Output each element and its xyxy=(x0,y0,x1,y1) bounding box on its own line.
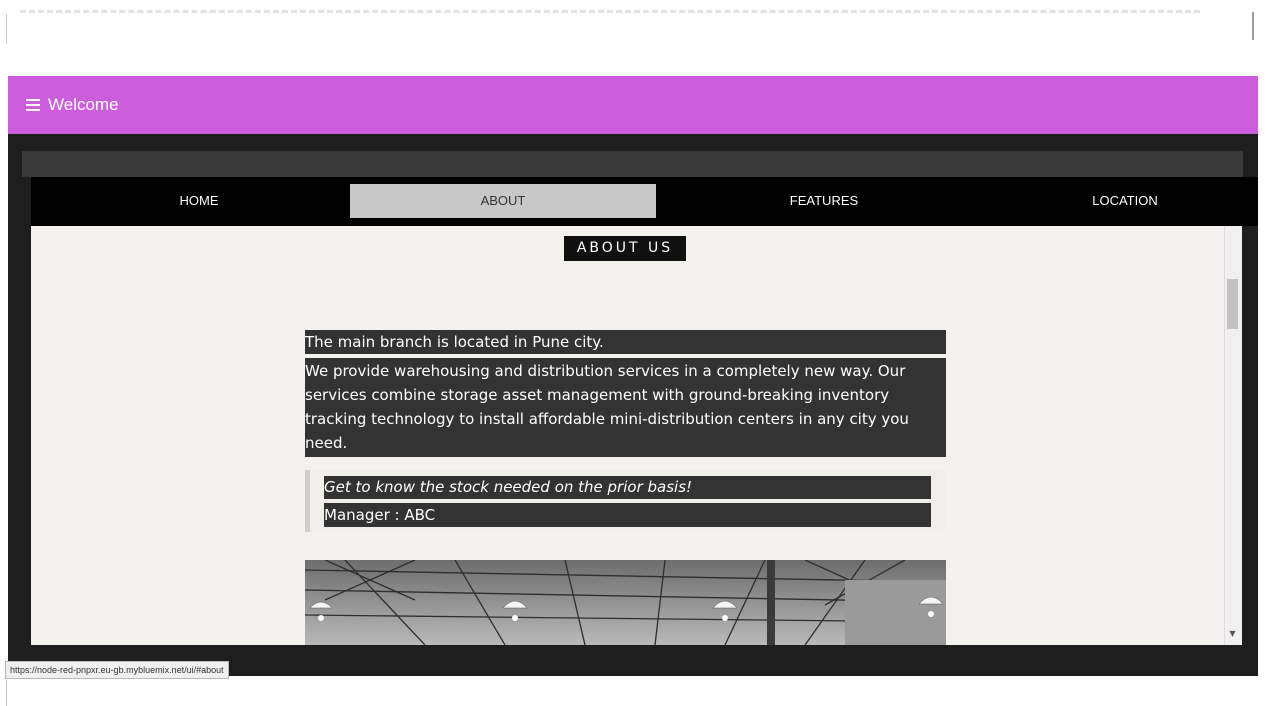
window-edge-right xyxy=(1252,12,1254,40)
hamburger-menu-icon[interactable] xyxy=(26,99,40,111)
nav-home[interactable]: HOME xyxy=(31,184,367,218)
nav-features[interactable]: FEATURES xyxy=(656,184,992,218)
blockquote-bar xyxy=(305,470,310,532)
nav-location[interactable]: LOCATION xyxy=(992,184,1258,218)
header-title: Welcome xyxy=(48,95,119,114)
group-header-band xyxy=(22,151,1243,177)
top-nav: HOME ABOUT FEATURES LOCATION xyxy=(31,177,1258,226)
app-header: Welcome xyxy=(8,76,1258,134)
quote-text: Get to know the stock needed on the prio… xyxy=(324,476,931,499)
window-edge-bottom-left xyxy=(6,680,7,706)
description-line: need. xyxy=(305,434,348,452)
about-heading: ABOUT US xyxy=(564,236,686,261)
nav-about[interactable]: ABOUT xyxy=(350,184,656,218)
description-line: We provide warehousing and distribution … xyxy=(305,362,906,380)
warehouse-image xyxy=(305,560,946,645)
window-edge-left xyxy=(6,14,7,44)
location-text: The main branch is located in Pune city. xyxy=(305,330,946,354)
scroll-thumb[interactable] xyxy=(1227,279,1238,329)
scroll-down-arrow-icon[interactable]: ▼ xyxy=(1227,628,1238,640)
status-bar-url: https://node-red-pnpxr.eu-gb.mybluemix.n… xyxy=(5,661,229,679)
description-text: We provide warehousing and distribution … xyxy=(305,358,946,457)
description-line: services combine storage asset managemen… xyxy=(305,386,890,404)
description-line: tracking technology to install affordabl… xyxy=(305,410,909,428)
quote-author: Manager : ABC xyxy=(324,503,931,527)
dashed-divider xyxy=(20,10,1200,13)
